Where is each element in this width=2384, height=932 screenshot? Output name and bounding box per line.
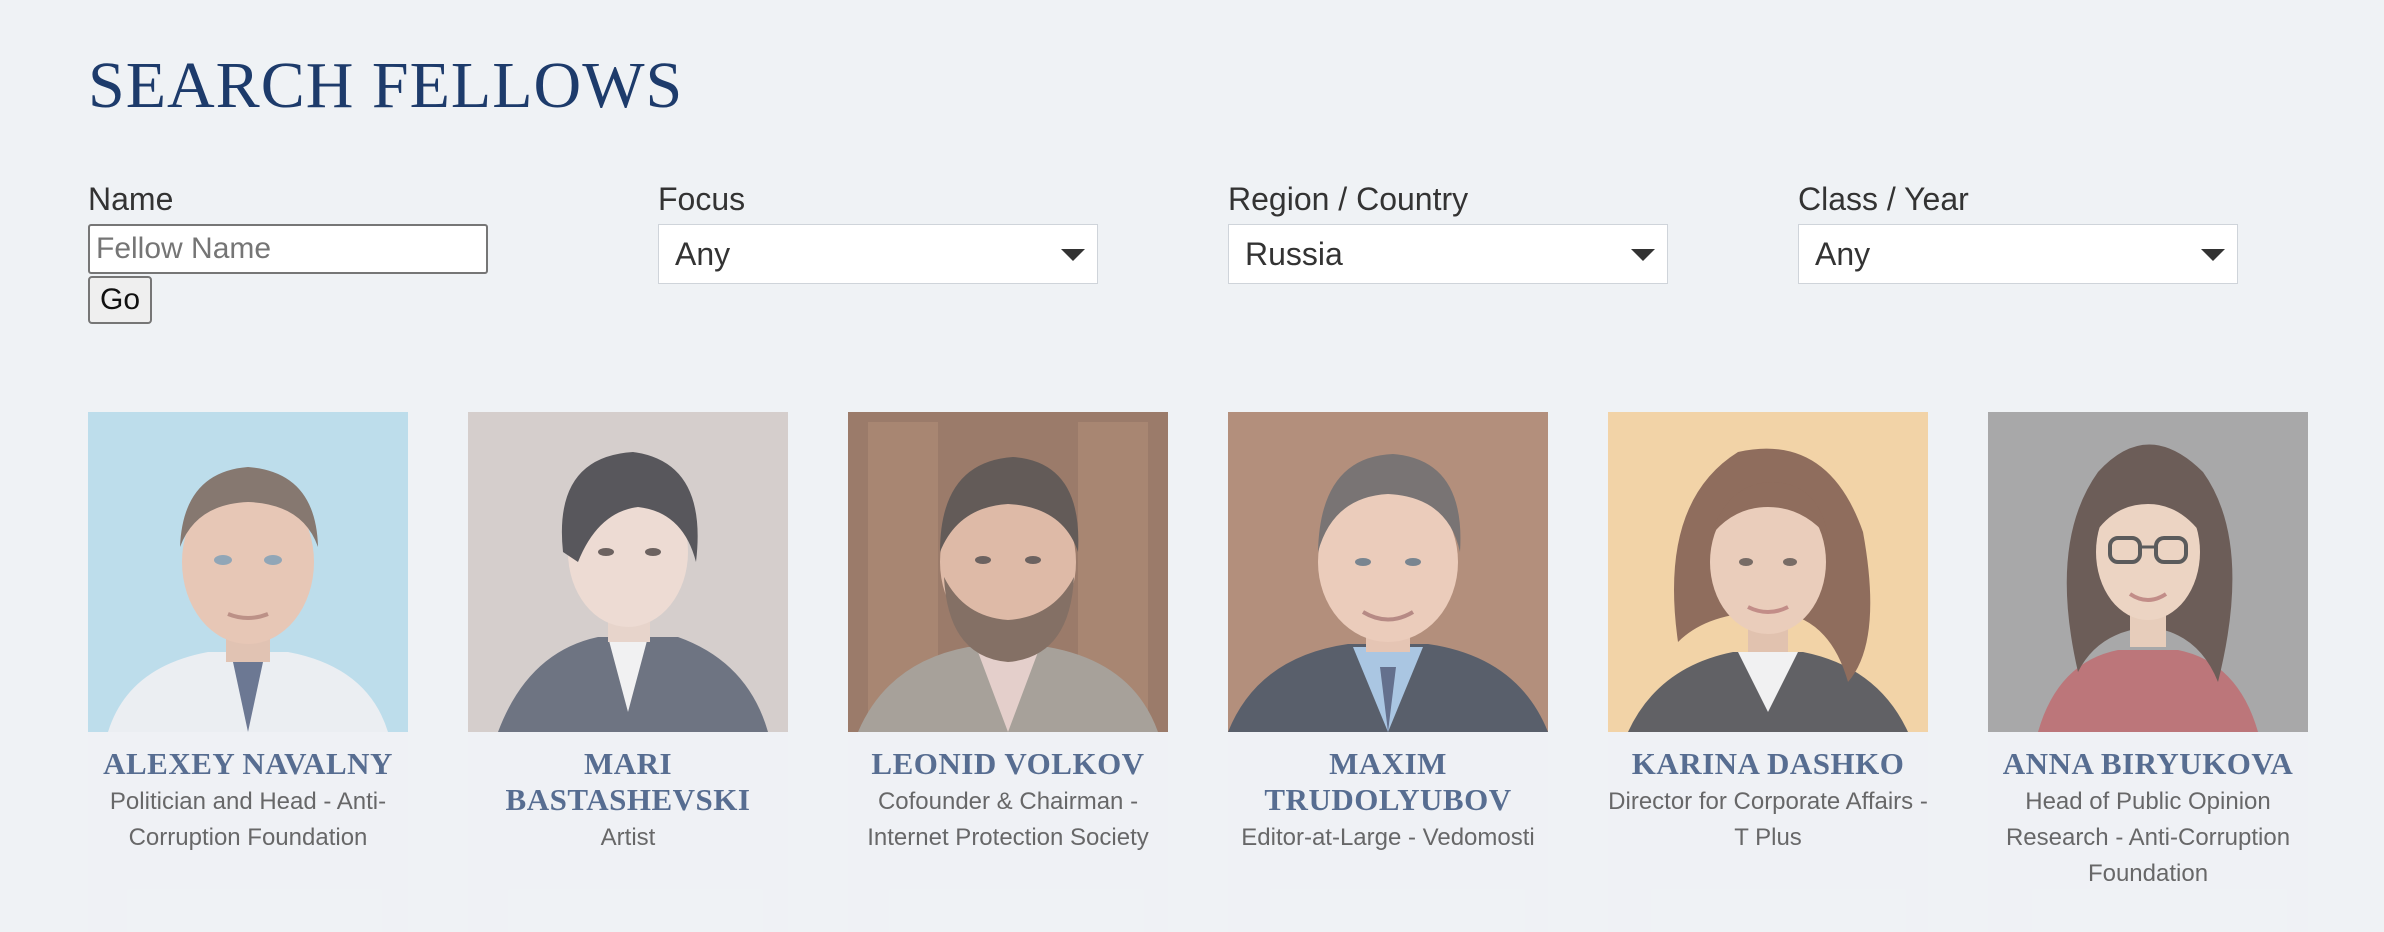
fellow-name[interactable]: ANNA BIRYUKOVA (1988, 746, 2308, 782)
fellow-title: Head of Public Opinion Research - Anti-C… (2005, 788, 2291, 887)
class-year-filter: Class / Year Any (1798, 178, 2238, 284)
fellow-card[interactable]: ANNA BIRYUKOVA Head of Public Opinion Re… (1988, 412, 2308, 932)
fellow-photo[interactable] (88, 412, 408, 732)
region-filter: Region / Country Russia (1228, 178, 1668, 284)
region-select-value: Russia (1245, 236, 1343, 272)
class-year-select[interactable]: Any (1798, 224, 2238, 284)
fellow-name[interactable]: KARINA DASHKO (1608, 746, 1928, 782)
fellow-title: Director for Corporate Affairs - T Plus (1608, 788, 1928, 851)
page-title: SEARCH FELLOWS (88, 49, 684, 122)
region-label: Region / Country (1228, 181, 1469, 217)
fellow-name[interactable]: MARI BASTASHEVSKI (468, 746, 788, 818)
fellow-photo[interactable] (848, 412, 1168, 732)
name-label: Name (88, 181, 174, 217)
search-fellows-page: SEARCH FELLOWS Name Go Focus Any Region … (0, 0, 2384, 932)
fellow-title: Politician and Head - Anti-Corruption Fo… (109, 788, 387, 851)
class-year-select-value: Any (1815, 236, 1871, 272)
fellow-name[interactable]: MAXIM TRUDOLYUBOV (1228, 746, 1548, 818)
fellow-card[interactable]: MARI BASTASHEVSKI Artist (468, 412, 788, 932)
fellow-photo[interactable] (468, 412, 788, 732)
fellow-photo[interactable] (1608, 412, 1928, 732)
fellow-title: Artist (600, 824, 656, 851)
go-button[interactable]: Go (88, 276, 153, 324)
focus-label: Focus (658, 181, 746, 217)
focus-filter: Focus Any (658, 178, 1098, 284)
fellow-name[interactable]: LEONID VOLKOV (848, 746, 1168, 782)
chevron-down-icon (1631, 249, 1655, 261)
focus-select-value: Any (675, 236, 731, 272)
region-select[interactable]: Russia (1228, 224, 1668, 284)
fellow-card[interactable]: MAXIM TRUDOLYUBOV Editor-at-Large - Vedo… (1228, 412, 1548, 932)
fellow-card[interactable]: KARINA DASHKO Director for Corporate Aff… (1608, 412, 1928, 932)
focus-select[interactable]: Any (658, 224, 1098, 284)
fellow-name[interactable]: ALEXEY NAVALNY (88, 746, 408, 782)
fellow-card[interactable]: LEONID VOLKOV Cofounder & Chairman - Int… (848, 412, 1168, 932)
fellow-photo[interactable] (1228, 412, 1548, 732)
chevron-down-icon (2201, 249, 2225, 261)
fellow-title: Editor-at-Large - Vedomosti (1241, 824, 1535, 851)
fellow-name-input[interactable] (88, 224, 488, 274)
name-filter: Name Go (88, 178, 488, 324)
fellow-card[interactable]: ALEXEY NAVALNY Politician and Head - Ant… (88, 412, 408, 932)
fellow-title: Cofounder & Chairman - Internet Protecti… (867, 788, 1149, 851)
fellow-photo[interactable] (1988, 412, 2308, 732)
chevron-down-icon (1061, 249, 1085, 261)
class-year-label: Class / Year (1798, 181, 1969, 217)
